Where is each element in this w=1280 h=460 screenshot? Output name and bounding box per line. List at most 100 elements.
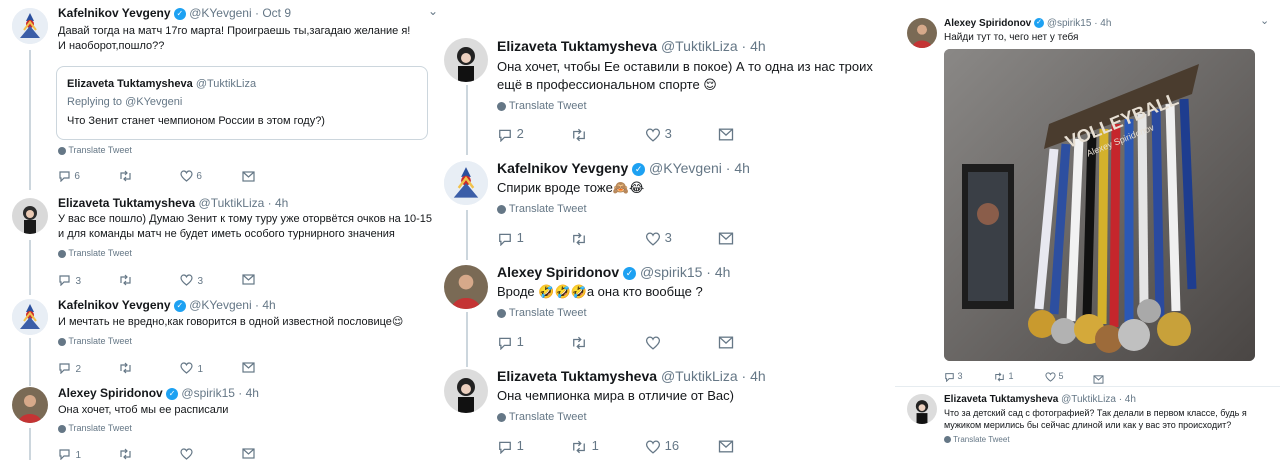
tweet[interactable]: Elizaveta Tuktamysheva @TuktikLiza · 4h … [440,30,895,155]
author-handle[interactable]: @KYevgeni [189,6,251,20]
tweet[interactable]: Alexey Spiridonov ✓ @spirik15 · 4h ⌄ Най… [895,10,1280,390]
like-button[interactable]: 3 [645,126,672,142]
avatar[interactable] [444,265,488,309]
dm-button[interactable] [718,334,734,352]
tweet-time[interactable]: · 4h [742,38,766,54]
tweet-time[interactable]: · 4h [238,386,259,400]
tweet[interactable]: Kafelnikov Yevgeny ✓ @KYevgeni · Oct 9 ⌄… [0,0,440,190]
translate-tweet-link[interactable]: Translate Tweet [58,248,132,258]
author-handle[interactable]: @KYevgeni [649,160,722,176]
dm-button[interactable] [242,445,255,460]
tweet[interactable]: Elizaveta Tuktamysheva @TuktikLiza · 4h … [895,390,1280,460]
author-handle[interactable]: @TuktikLiza [661,38,738,54]
author-name[interactable]: Elizaveta Tuktamysheva [497,38,657,54]
like-button[interactable]: 6 [180,168,202,182]
tweet-time[interactable]: · 4h [742,368,766,384]
reply-button[interactable]: 2 [58,359,81,377]
dm-button[interactable] [242,168,255,186]
translate-tweet-link[interactable]: Translate Tweet [58,145,132,155]
author-name[interactable]: Elizaveta Tuktamysheva [944,394,1058,405]
reply-button[interactable]: 3 [58,271,81,289]
author-handle[interactable]: @spirik15 [640,264,702,280]
translate-tweet-link[interactable]: Translate Tweet [497,411,587,423]
translate-tweet-link[interactable]: Translate Tweet [58,336,132,346]
chevron-down-icon[interactable]: ⌄ [428,4,438,18]
author-name[interactable]: Kafelnikov Yevgeny [58,6,171,20]
avatar[interactable] [12,8,48,44]
retweet-button[interactable] [118,359,133,377]
avatar[interactable] [444,38,488,82]
dm-button[interactable] [242,359,255,377]
author-name[interactable]: Elizaveta Tuktamysheva [58,196,195,210]
retweet-button[interactable] [570,230,588,248]
dm-button[interactable] [718,126,734,144]
tweet-time[interactable]: · 4h [1119,394,1136,405]
tweet-time[interactable]: · 4h [268,196,289,210]
author-handle[interactable]: @spirik15 [181,386,235,400]
tweet[interactable]: Kafelnikov Yevgeny ✓ @KYevgeni · 4h Спир… [440,155,895,259]
retweet-button[interactable] [118,445,133,460]
avatar[interactable] [12,387,48,423]
retweet-button[interactable] [570,334,588,352]
like-button[interactable] [645,334,661,352]
tweet[interactable]: Elizaveta Tuktamysheva @TuktikLiza · 4h … [0,190,440,293]
tweet-time[interactable]: · Oct 9 [255,6,291,20]
quoted-tweet[interactable]: Elizaveta Tuktamysheva @TuktikLiza Reply… [56,66,428,140]
avatar[interactable] [444,161,488,205]
reply-button[interactable]: 3 [944,371,963,382]
tweet[interactable]: Alexey Spiridonov ✓ @spirik15 · 4h Она х… [0,383,440,460]
author-handle[interactable]: @KYevgeni [189,298,251,312]
like-button[interactable] [180,445,193,460]
tweet[interactable]: Kafelnikov Yevgeny ✓ @KYevgeni · 4h И ме… [0,293,440,383]
author-handle[interactable]: @TuktikLiza [1061,394,1116,405]
translate-tweet-link[interactable]: Translate Tweet [944,435,1010,444]
translate-tweet-link[interactable]: Translate Tweet [497,307,587,319]
chevron-down-icon[interactable]: ⌄ [1260,14,1269,27]
like-button[interactable]: 3 [645,230,672,246]
retweet-button[interactable]: 1 [993,371,1014,382]
author-handle[interactable]: @TuktikLiza [199,196,265,210]
reply-button[interactable]: 1 [497,438,524,454]
author-name[interactable]: Alexey Spiridonov [944,18,1031,29]
author-handle[interactable]: @spirik15 [1047,18,1092,29]
tweet-time[interactable]: · 4h [706,264,730,280]
tweet-time[interactable]: · 4h [726,160,750,176]
tweet-time[interactable]: · 4h [1094,18,1111,29]
dm-button[interactable] [718,438,734,456]
author-name[interactable]: Alexey Spiridonov [497,264,619,280]
like-button[interactable]: 5 [1045,371,1064,382]
translate-tweet-link[interactable]: Translate Tweet [497,100,587,112]
panel-right: Alexey Spiridonov ✓ @spirik15 · 4h ⌄ Най… [895,0,1280,460]
dm-button[interactable] [718,230,734,248]
reply-button[interactable]: 2 [497,126,524,142]
retweet-button[interactable] [570,126,588,144]
author-name[interactable]: Alexey Spiridonov [58,386,163,400]
avatar[interactable] [907,18,937,48]
like-button[interactable]: 1 [180,359,203,377]
tweet[interactable]: Elizaveta Tuktamysheva @TuktikLiza · 4h … [440,363,895,460]
author-name[interactable]: Kafelnikov Yevgeny [497,160,628,176]
tweet-photo[interactable]: VOLLEYBALL Alexey Spiridonov [944,49,1255,361]
retweet-button[interactable]: 1 [570,438,599,454]
reply-button[interactable]: 1 [497,334,524,350]
globe-icon [497,101,506,111]
reply-button[interactable]: 1 [497,230,524,246]
translate-tweet-link[interactable]: Translate Tweet [497,203,587,215]
dm-button[interactable] [242,271,255,289]
avatar[interactable] [12,198,48,234]
retweet-button[interactable] [118,271,133,289]
author-name[interactable]: Kafelnikov Yevgeny [58,298,171,312]
like-button[interactable]: 16 [645,438,679,454]
like-button[interactable]: 3 [180,271,203,289]
avatar[interactable] [12,299,48,335]
tweet-time[interactable]: · 4h [255,298,276,312]
tweet[interactable]: Alexey Spiridonov ✓ @spirik15 · 4h Вроде… [440,259,895,363]
author-handle[interactable]: @TuktikLiza [661,368,738,384]
avatar[interactable] [444,369,488,413]
reply-button[interactable]: 6 [58,168,80,183]
reply-button[interactable]: 1 [58,445,81,460]
translate-tweet-link[interactable]: Translate Tweet [58,423,132,433]
retweet-button[interactable] [118,168,133,182]
author-name[interactable]: Elizaveta Tuktamysheva [497,368,657,384]
avatar[interactable] [907,394,937,424]
